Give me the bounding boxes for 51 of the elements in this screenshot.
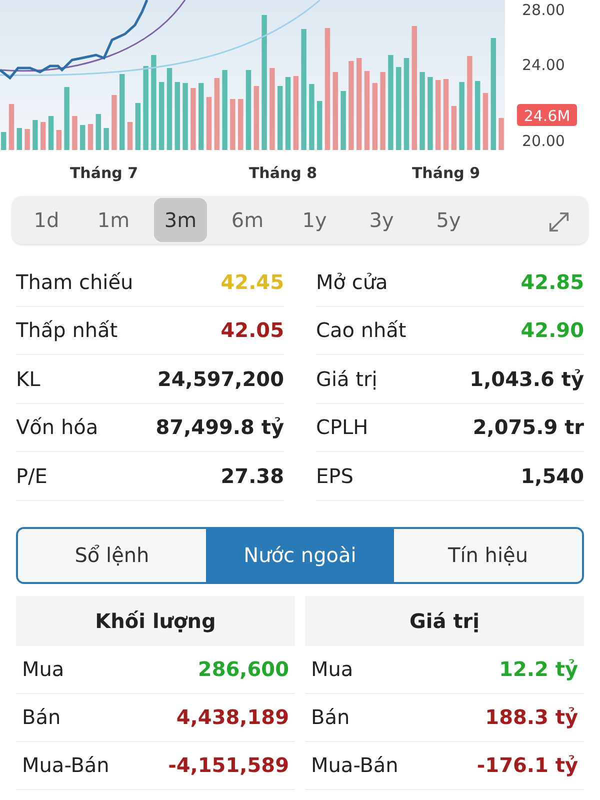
stat-label: Cao nhất [316, 317, 406, 344]
tab[interactable]: Tín hiệu [394, 528, 582, 582]
row-value: -176.1 tỷ [476, 752, 578, 779]
column-header: Giá trị [305, 596, 584, 646]
stat-value: 42.45 [220, 268, 284, 296]
row-value: 286,600 [198, 656, 289, 683]
stat-label: Thấp nhất [16, 317, 118, 344]
stat-label: Mở cửa [316, 268, 388, 296]
stat-value: 27.38 [220, 462, 284, 490]
row-label: Bán [22, 704, 61, 731]
range-tab[interactable]: 5y [422, 198, 475, 242]
axis-label: Tháng 8 [248, 164, 318, 182]
stat-value: 2,075.9 tr [472, 414, 584, 442]
range-tab[interactable]: 6m [221, 198, 274, 242]
tab[interactable]: Nước ngoài [206, 528, 394, 582]
stat-label: Tham chiếu [16, 268, 134, 296]
row-value: 12.2 tỷ [499, 656, 578, 683]
axis-label: 20.00 [522, 132, 565, 150]
stat-label: Vốn hóa [16, 414, 98, 442]
axis-label: Tháng 9 [412, 164, 480, 182]
range-tab[interactable]: 3y [355, 198, 408, 242]
row-label: Mua [311, 656, 354, 683]
range-tab[interactable]: 3m [154, 198, 207, 242]
range-tab[interactable]: 1d [20, 198, 73, 242]
stat-value: 24,597,200 [157, 366, 284, 393]
stat-value: 42.90 [520, 317, 584, 344]
range-tab[interactable]: 1y [288, 198, 341, 242]
axis-label: Tháng 7 [70, 164, 138, 182]
row-value: -4,151,589 [168, 752, 289, 779]
stat-label: P/E [16, 462, 48, 490]
stat-label: EPS [316, 462, 354, 490]
tab[interactable]: Sổ lệnh [18, 528, 206, 582]
volume-tag: 24.6M [517, 104, 577, 126]
row-label: Mua-Bán [311, 752, 398, 779]
stat-label: KL [16, 366, 40, 393]
row-value: 188.3 tỷ [485, 704, 578, 731]
stat-value: 1,043.6 tỷ [470, 366, 584, 393]
stat-value: 1,540 [520, 462, 584, 490]
stat-value: 42.05 [220, 317, 284, 344]
stat-label: CPLH [316, 414, 368, 442]
column-header: Khối lượng [16, 596, 295, 646]
axis-label: 28.00 [522, 1, 565, 19]
row-label: Mua-Bán [22, 752, 110, 779]
range-tab[interactable]: 1m [87, 198, 140, 242]
row-value: 4,438,189 [176, 704, 289, 731]
row-label: Mua [22, 656, 64, 683]
stat-value: 42.85 [520, 268, 584, 296]
axis-label: 24.00 [522, 56, 565, 74]
stat-label: Giá trị [316, 366, 378, 393]
stat-value: 87,499.8 tỷ [156, 414, 284, 442]
row-label: Bán [311, 704, 350, 731]
